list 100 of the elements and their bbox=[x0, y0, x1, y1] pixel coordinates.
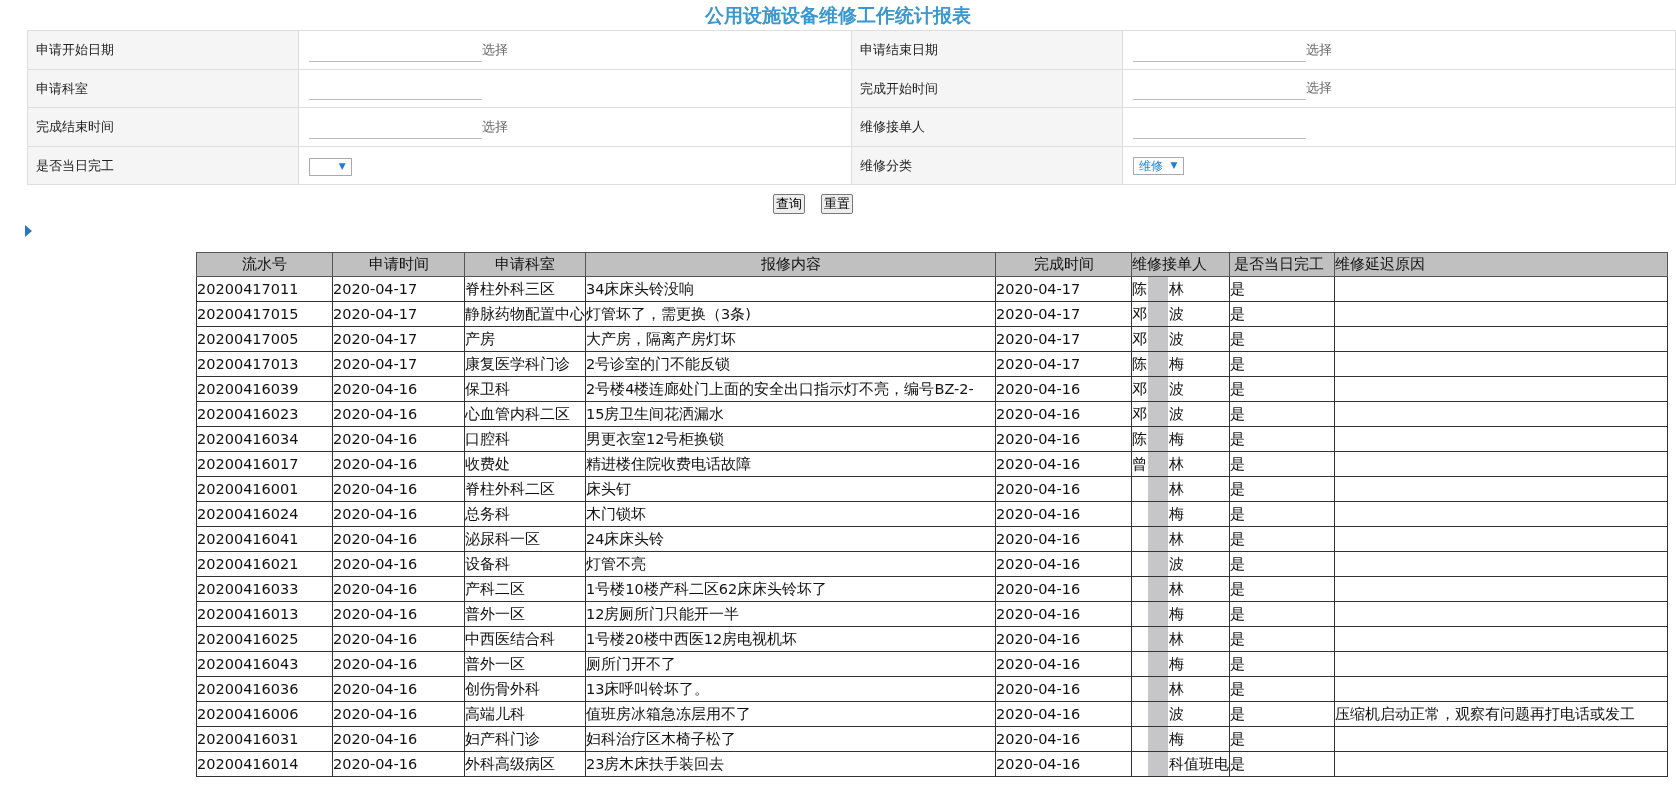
table-cell: 是 bbox=[1230, 355, 1245, 372]
table-cell: 值班房冰箱急冻层用不了 bbox=[585, 701, 996, 727]
field-label: 完成结束时间 bbox=[27, 107, 299, 146]
table-cell: 2020-04-16 bbox=[332, 626, 465, 652]
handler-name: 林 bbox=[1169, 580, 1184, 597]
picker-link[interactable]: 选择 bbox=[481, 118, 508, 134]
table-cell: 20200416025 bbox=[196, 626, 333, 652]
picker-link[interactable]: 选择 bbox=[1305, 80, 1332, 96]
column-header: 流水号 bbox=[196, 252, 333, 277]
table-cell: 20200416034 bbox=[196, 426, 333, 452]
table-cell: 1号楼10楼产科二区62床床头铃坏了 bbox=[585, 576, 996, 602]
table-cell: 2020-04-16 bbox=[995, 426, 1132, 452]
table-cell: 20200417011 bbox=[196, 276, 333, 302]
table-cell: 20200416001 bbox=[196, 476, 333, 502]
caret-icon: ▼ bbox=[1170, 158, 1178, 173]
table-cell: 2020-04-16 bbox=[995, 401, 1132, 427]
redaction-block bbox=[1148, 577, 1168, 601]
table-cell: 设备科 bbox=[464, 551, 586, 577]
table-cell: 2020-04-16 bbox=[995, 676, 1132, 702]
picker-link[interactable]: 选择 bbox=[481, 41, 508, 57]
table-cell: 精进楼住院收费电话故障 bbox=[585, 451, 996, 477]
column-header: 申请时间 bbox=[332, 252, 465, 277]
table-cell: 普外一区 bbox=[464, 651, 586, 677]
table-cell: 20200416021 bbox=[196, 551, 333, 577]
table-cell: 静脉药物配置中心 bbox=[464, 301, 586, 327]
redaction-block bbox=[1148, 727, 1168, 751]
handler-name: 波 bbox=[1169, 380, 1184, 397]
table-cell: 2020-04-16 bbox=[995, 551, 1132, 577]
table-cell: 脊柱外科二区 bbox=[464, 476, 586, 502]
table-cell: 2020-04-16 bbox=[332, 401, 465, 427]
table-cell: 20200416036 bbox=[196, 676, 333, 702]
table-cell: 20200417005 bbox=[196, 326, 333, 352]
table-cell: 2020-04-16 bbox=[995, 376, 1132, 402]
table-cell: 是 bbox=[1230, 730, 1245, 747]
table-cell: 20200416033 bbox=[196, 576, 333, 602]
table-cell: 15房卫生间花洒漏水 bbox=[585, 401, 996, 427]
table-cell: 2020-04-16 bbox=[995, 651, 1132, 677]
table-cell: 2020-04-16 bbox=[332, 376, 465, 402]
field-label: 完成开始时间 bbox=[851, 69, 1123, 108]
table-cell: 脊柱外科三区 bbox=[464, 276, 586, 302]
table-cell: 是 bbox=[1230, 555, 1245, 572]
redaction-block bbox=[1148, 377, 1168, 401]
handler-name: 科值班电 bbox=[1169, 755, 1229, 772]
handler-name: 陈 bbox=[1132, 281, 1147, 297]
handler-name: 林 bbox=[1169, 280, 1184, 297]
reset-button[interactable]: 重置 bbox=[821, 194, 853, 214]
query-button[interactable]: 查询 bbox=[773, 194, 805, 214]
table-cell: 20200416043 bbox=[196, 651, 333, 677]
table-cell: 保卫科 bbox=[464, 376, 586, 402]
table-cell: 是 bbox=[1230, 280, 1245, 297]
column-header: 维修接单人 bbox=[1131, 252, 1230, 277]
handler-name: 陈 bbox=[1132, 356, 1147, 372]
select-field[interactable]: ▼ bbox=[308, 157, 352, 176]
column-header: 维修延迟原因 bbox=[1334, 252, 1668, 277]
table-cell: 34床床头铃没响 bbox=[585, 276, 996, 302]
table-cell: 2020-04-17 bbox=[995, 326, 1132, 352]
handler-name: 梅 bbox=[1169, 605, 1184, 622]
table-cell: 高端儿科 bbox=[464, 701, 586, 727]
table-cell: 压缩机启动正常，观察有问题再打电话或发工 bbox=[1335, 705, 1635, 722]
picker-link[interactable]: 选择 bbox=[1305, 41, 1332, 57]
redaction-block bbox=[1148, 302, 1168, 326]
redaction-block bbox=[1148, 402, 1168, 426]
table-cell: 康复医学科门诊 bbox=[464, 351, 586, 377]
table-cell: 是 bbox=[1230, 580, 1245, 597]
table-cell: 2020-04-16 bbox=[332, 426, 465, 452]
field-label: 申请科室 bbox=[27, 69, 299, 108]
redaction-block bbox=[1148, 327, 1168, 351]
redaction-block bbox=[1148, 427, 1168, 451]
table-cell: 2020-04-16 bbox=[332, 526, 465, 552]
table-cell: 是 bbox=[1230, 305, 1245, 322]
redaction-block bbox=[1148, 752, 1168, 776]
table-cell: 是 bbox=[1230, 705, 1245, 722]
table-cell: 12房厕所门只能开一半 bbox=[585, 601, 996, 627]
table-cell: 收费处 bbox=[464, 451, 586, 477]
caret-icon: ▼ bbox=[338, 159, 346, 174]
field-label: 申请开始日期 bbox=[27, 30, 299, 69]
handler-name: 梅 bbox=[1169, 505, 1184, 522]
table-cell: 普外一区 bbox=[464, 601, 586, 627]
table-cell: 2号诊室的门不能反锁 bbox=[585, 351, 996, 377]
table-cell: 是 bbox=[1230, 430, 1245, 447]
table-cell: 是 bbox=[1230, 630, 1245, 647]
table-cell: 2020-04-17 bbox=[332, 351, 465, 377]
table-cell: 1号楼20楼中西医12房电视机坏 bbox=[585, 626, 996, 652]
table-cell: 是 bbox=[1230, 380, 1245, 397]
column-header: 申请科室 bbox=[464, 252, 586, 277]
table-cell: 是 bbox=[1230, 455, 1245, 472]
field-label: 维修分类 bbox=[851, 146, 1123, 185]
expand-arrow-icon[interactable] bbox=[25, 224, 32, 237]
table-cell: 20200416031 bbox=[196, 726, 333, 752]
table-cell: 是 bbox=[1230, 605, 1245, 622]
table-cell: 2020-04-16 bbox=[995, 576, 1132, 602]
table-cell: 2020-04-16 bbox=[995, 476, 1132, 502]
table-cell: 2020-04-17 bbox=[332, 326, 465, 352]
table-cell: 是 bbox=[1230, 530, 1245, 547]
table-cell: 20200416014 bbox=[196, 751, 333, 777]
table-cell: 20200416041 bbox=[196, 526, 333, 552]
table-cell: 是 bbox=[1230, 655, 1245, 672]
select-field[interactable]: 维修 ▼ bbox=[1132, 156, 1184, 175]
handler-name: 梅 bbox=[1169, 655, 1184, 672]
table-cell: 2020-04-17 bbox=[332, 301, 465, 327]
